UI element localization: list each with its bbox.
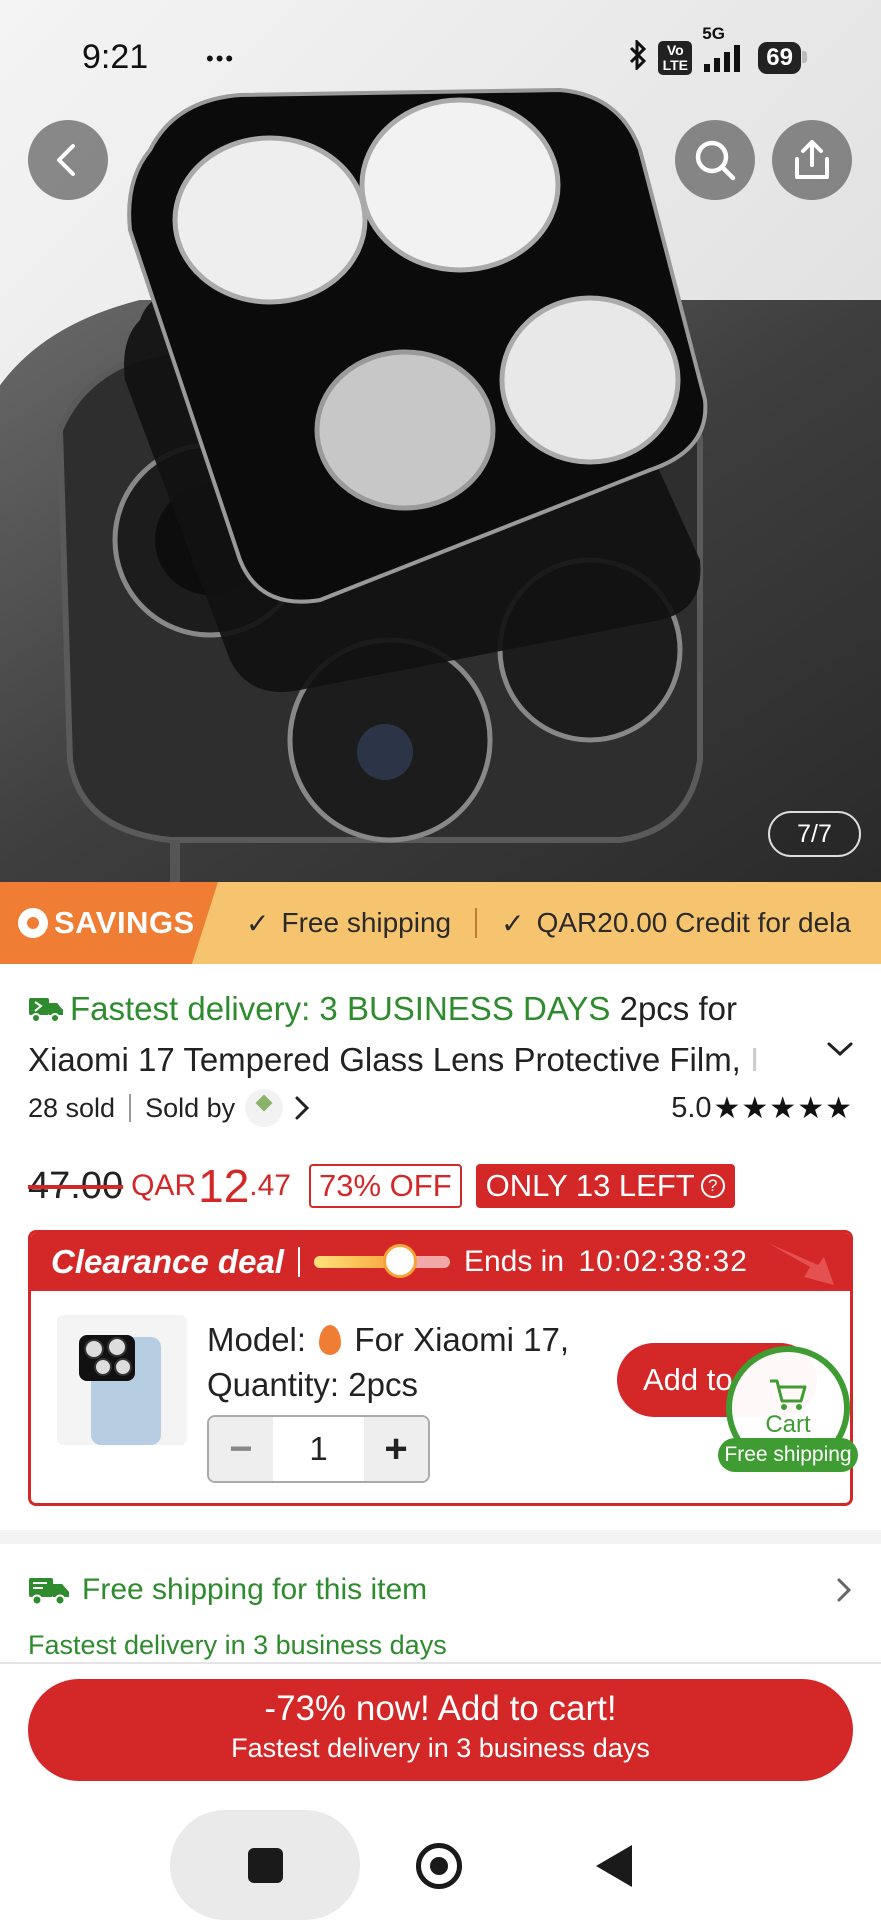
- price-row: 47.00 QAR 12 .47 73% OFF ONLY 13 LEFT ?: [28, 1158, 735, 1214]
- title-text-1: 2pcs for: [619, 990, 737, 1027]
- increase-button[interactable]: +: [364, 1417, 428, 1481]
- savings-item: Free shipping: [281, 907, 452, 938]
- savings-strip[interactable]: SAVINGS ✓ Free shipping ✓ QAR20.00 Credi…: [0, 882, 881, 964]
- status-overflow-icon: •••: [206, 46, 236, 71]
- chevron-right-icon[interactable]: [291, 1095, 313, 1121]
- title-fade-text: I: [750, 1041, 760, 1078]
- clock-icon: [382, 1244, 417, 1278]
- battery-icon: 69: [758, 42, 807, 74]
- sold-by-label[interactable]: Sold by: [145, 1093, 235, 1124]
- search-button[interactable]: [675, 120, 755, 200]
- cta-sub-text: Fastest delivery in 3 business days: [231, 1733, 650, 1763]
- divider: [129, 1094, 132, 1122]
- countdown: 10:02:38:32: [578, 1245, 748, 1278]
- shipping-info-row[interactable]: Free shipping for this item: [28, 1565, 853, 1615]
- price-integer: 12: [198, 1160, 250, 1212]
- chevron-left-icon: [57, 144, 75, 176]
- original-price: 47.00: [28, 1164, 124, 1207]
- seller-logo[interactable]: [245, 1089, 284, 1127]
- product-image-gallery[interactable]: 9:21 ••• Vo LTE 5G 69 7/7: [0, 0, 881, 882]
- back-button[interactable]: [28, 120, 108, 200]
- variant-image: [79, 1335, 161, 1445]
- price-decimal: .47: [249, 1169, 291, 1202]
- chevron-down-icon[interactable]: [826, 1040, 854, 1060]
- currency: QAR: [131, 1169, 197, 1202]
- help-icon[interactable]: ?: [700, 1174, 725, 1198]
- check-icon: ✓: [501, 907, 525, 939]
- discount-badge: 73% OFF: [309, 1164, 462, 1208]
- delivery-truck-icon: [29, 1578, 69, 1606]
- share-button[interactable]: [772, 120, 852, 200]
- status-bar: 9:21 ••• Vo LTE 5G 69: [0, 0, 881, 118]
- ends-label: Ends in 10:02:38:32: [463, 1245, 748, 1278]
- product-photo: [0, 0, 881, 882]
- savings-item: QAR20.00 Credit for dela: [536, 907, 851, 938]
- title-text-2: Xiaomi 17 Tempered Glass Lens Protective…: [28, 1041, 741, 1078]
- fast-delivery-label: Fastest delivery: 3 BUSINESS DAYS: [28, 990, 620, 1027]
- cta-main-text: -73% now! Add to cart!: [264, 1689, 617, 1728]
- home-button[interactable]: [416, 1843, 462, 1889]
- delivery-truck-icon: [28, 989, 64, 1036]
- bluetooth-icon: [628, 38, 648, 76]
- status-time: 9:21: [82, 38, 149, 76]
- product-title[interactable]: Fastest delivery: 3 BUSINESS DAYS 2pcs f…: [28, 985, 828, 1083]
- section-divider: [0, 1530, 881, 1544]
- fast-delivery-note: Fastest delivery in 3 business days: [28, 1630, 447, 1660]
- clearance-title: Clearance deal: [51, 1243, 284, 1280]
- arrow-decoration-icon: [768, 1243, 834, 1285]
- system-back-button[interactable]: [596, 1845, 632, 1887]
- quantity-stepper: − 1 +: [207, 1415, 430, 1483]
- cart-label: Cart: [765, 1411, 811, 1438]
- add-to-cart-cta[interactable]: -73% now! Add to cart! Fastest delivery …: [28, 1679, 853, 1781]
- shipping-label: Free shipping for this item: [82, 1573, 428, 1606]
- product-meta-row: 28 sold Sold by 5.0 ★★★★★: [28, 1088, 853, 1128]
- savings-badge-icon: [18, 908, 48, 938]
- cart-icon: [770, 1379, 807, 1410]
- rating[interactable]: 5.0 ★★★★★: [671, 1091, 853, 1126]
- volte-icon: Vo LTE: [658, 41, 693, 75]
- recents-button[interactable]: [248, 1848, 283, 1883]
- savings-tag: SAVINGS: [0, 882, 218, 964]
- flame-icon: [319, 1325, 342, 1355]
- divider: [297, 1247, 300, 1277]
- status-icons: Vo LTE 5G 69: [628, 24, 807, 76]
- variant-description: Model: For Xiaomi 17, Quantity: 2pcs: [207, 1321, 569, 1403]
- variant-thumbnail[interactable]: [57, 1315, 187, 1445]
- timer-progress-bar: [313, 1244, 450, 1278]
- check-icon: ✓: [246, 907, 270, 939]
- decrease-button[interactable]: −: [209, 1417, 273, 1481]
- cart-free-shipping-badge: Free shipping: [718, 1438, 858, 1472]
- image-counter: 7/7: [768, 811, 861, 857]
- sold-count: 28 sold: [28, 1092, 116, 1123]
- share-icon: [795, 140, 829, 179]
- stock-badge[interactable]: ONLY 13 LEFT ?: [475, 1164, 735, 1208]
- signal-icon: 5G: [702, 24, 748, 74]
- search-icon: [695, 140, 736, 181]
- clearance-header: Clearance deal Ends in 10:02:38:32: [31, 1233, 850, 1291]
- quantity-value[interactable]: 1: [273, 1430, 364, 1468]
- rating-value: 5.0: [671, 1091, 712, 1124]
- savings-items: ✓ Free shipping ✓ QAR20.00 Credit for de…: [246, 882, 851, 964]
- divider: [0, 1662, 881, 1664]
- divider: [475, 908, 478, 938]
- star-icons: ★★★★★: [713, 1091, 853, 1125]
- chevron-right-icon: [837, 1578, 852, 1602]
